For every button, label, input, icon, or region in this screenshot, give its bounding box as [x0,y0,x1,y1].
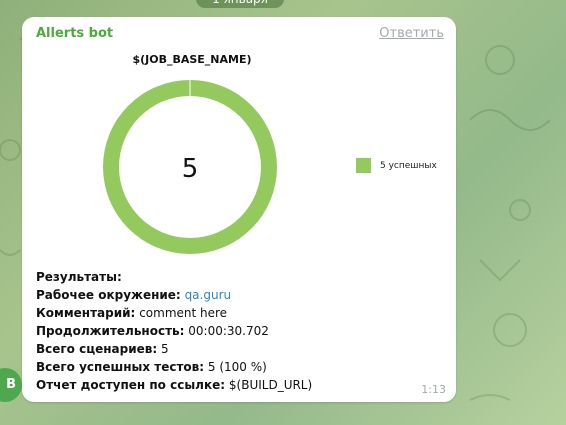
date-pill: 1 января [196,0,284,8]
chart-legend: 5 успешных [356,158,437,173]
info-line-passed: Всего успешных тестов: 5 (100 %) [36,358,312,376]
duration-value: 00:00:30.702 [188,324,269,338]
comment-value: comment here [139,306,228,320]
duration-label: Продолжительность: [36,324,185,338]
passed-label: Всего успешных тестов: [36,360,205,374]
environment-label: Рабочее окружение: [36,288,181,302]
results-label: Результаты: [36,270,122,284]
donut-chart: 5 [103,80,277,254]
legend-swatch [356,158,371,173]
report-label: Отчет доступен по ссылке: [36,378,226,392]
message-time: 1:13 [421,383,446,396]
scenarios-value: 5 [160,342,169,356]
donut-center-value: 5 [182,154,199,184]
info-line-report: Отчет доступен по ссылке: $(BUILD_URL) [36,376,312,394]
message-text: Результаты: Рабочее окружение: qa.guru К… [36,268,312,394]
scenarios-label: Всего сценариев: [36,342,158,356]
passed-value: 5 (100 %) [207,360,267,374]
info-line-environment: Рабочее окружение: qa.guru [36,286,312,304]
legend-label: 5 успешных [380,160,437,171]
environment-link[interactable]: qa.guru [185,288,232,302]
report-value: $(BUILD_URL) [228,378,313,392]
info-line-scenarios: Всего сценариев: 5 [36,340,312,358]
comment-label: Комментарий: [36,306,136,320]
info-line-comment: Комментарий: comment here [36,304,312,322]
info-line-results: Результаты: [36,268,312,286]
message-bubble: Allerts bot Ответить $(JOB_BASE_NAME) 5 … [22,17,456,402]
info-line-duration: Продолжительность: 00:00:30.702 [36,322,312,340]
